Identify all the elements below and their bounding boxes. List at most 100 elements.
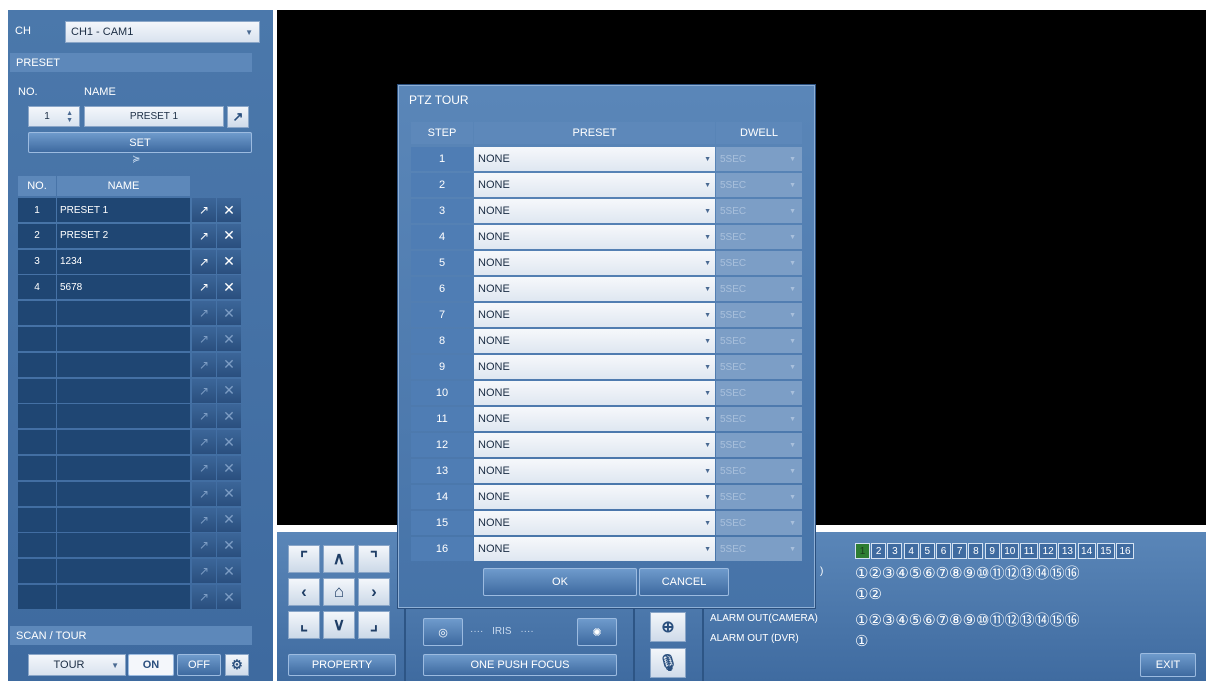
goto-preset-icon[interactable]: ↗	[192, 456, 216, 480]
pan-down-right-button[interactable]: ⌟	[358, 611, 390, 639]
preset-row[interactable]: ↗ ✕	[18, 585, 248, 610]
goto-preset-icon[interactable]: ↗	[192, 533, 216, 558]
preset-select[interactable]: NONE ▼	[474, 407, 715, 431]
delete-icon[interactable]: ✕	[217, 198, 241, 222]
channel-box[interactable]: 1	[855, 543, 870, 559]
preset-row[interactable]: 3 1234 ↗ ✕	[18, 249, 248, 275]
pan-left-button[interactable]: ‹	[288, 578, 320, 606]
pan-up-right-button[interactable]: ⌝	[358, 545, 390, 573]
preset-row[interactable]: ↗ ✕	[18, 507, 248, 533]
home-icon[interactable]: ⌂	[323, 578, 355, 606]
preset-number-stepper[interactable]: 1 ▲ ▼	[28, 106, 80, 127]
goto-preset-icon[interactable]: ↗	[192, 559, 216, 584]
channel-box[interactable]: 10	[1000, 543, 1019, 559]
delete-icon[interactable]: ✕	[217, 507, 241, 532]
channel-box[interactable]: 15	[1096, 543, 1115, 559]
property-button[interactable]: PROPERTY	[288, 654, 396, 676]
scan-mode-select[interactable]: TOUR ▼	[28, 654, 126, 676]
preset-select[interactable]: NONE ▼	[474, 355, 715, 379]
goto-preset-icon[interactable]: ↗	[192, 352, 216, 377]
iris-slider[interactable]: ···· IRIS ····	[470, 626, 534, 637]
goto-preset-icon[interactable]: ↗	[192, 275, 216, 300]
pan-down-button[interactable]: ∨	[323, 611, 355, 639]
goto-preset-icon[interactable]: ↗	[192, 198, 216, 222]
cancel-button[interactable]: CANCEL	[639, 568, 729, 596]
pan-up-left-button[interactable]: ⌜	[288, 545, 320, 573]
goto-preset-icon[interactable]: ↗	[192, 404, 216, 429]
goto-preset-icon[interactable]: ↗	[192, 327, 216, 351]
channel-box[interactable]: 2	[871, 543, 887, 559]
one-push-focus-button[interactable]: ONE PUSH FOCUS	[423, 654, 617, 676]
channel-box[interactable]: 9	[984, 543, 1000, 559]
preset-row[interactable]: ↗ ✕	[18, 301, 248, 326]
iris-close-icon[interactable]: ◎	[423, 618, 463, 646]
preset-select[interactable]: NONE ▼	[474, 381, 715, 405]
iris-open-icon[interactable]: ✺	[577, 618, 617, 646]
expand-chevron-icon[interactable]: ≽	[132, 154, 140, 165]
delete-icon[interactable]: ✕	[217, 430, 241, 455]
channel-box[interactable]: 4	[903, 543, 919, 559]
set-button[interactable]: SET	[28, 132, 252, 153]
channel-box[interactable]: 16	[1116, 543, 1134, 559]
ok-button[interactable]: OK	[483, 568, 637, 596]
preset-row[interactable]: ↗ ✕	[18, 404, 248, 429]
delete-icon[interactable]: ✕	[217, 352, 241, 377]
on-button[interactable]: ON	[128, 654, 174, 676]
goto-preset-icon[interactable]: ↗	[192, 378, 216, 403]
preset-name-field[interactable]: PRESET 1	[84, 106, 224, 127]
channel-box[interactable]: 12	[1039, 543, 1058, 559]
goto-preset-icon[interactable]: ↗	[192, 301, 216, 326]
exit-button[interactable]: EXIT	[1140, 653, 1196, 677]
channel-box[interactable]: 5	[919, 543, 935, 559]
pan-right-button[interactable]: ›	[358, 578, 390, 606]
preset-row[interactable]: ↗ ✕	[18, 430, 248, 455]
preset-select[interactable]: NONE ▼	[474, 459, 715, 483]
delete-icon[interactable]: ✕	[217, 585, 241, 609]
preset-row[interactable]: ↗ ✕	[18, 481, 248, 507]
preset-row[interactable]: ↗ ✕	[18, 559, 248, 584]
preset-row[interactable]: ↗ ✕	[18, 378, 248, 404]
preset-select[interactable]: NONE ▼	[474, 147, 715, 171]
delete-icon[interactable]: ✕	[217, 223, 241, 248]
goto-preset-icon[interactable]: ↗	[192, 481, 216, 506]
goto-preset-icon[interactable]: ↗	[192, 223, 216, 248]
delete-icon[interactable]: ✕	[217, 378, 241, 403]
preset-row[interactable]: 2 PRESET 2 ↗ ✕	[18, 223, 248, 249]
channel-box[interactable]: 14	[1077, 543, 1096, 559]
pan-up-button[interactable]: ∧	[323, 545, 355, 573]
channel-box[interactable]: 11	[1020, 543, 1038, 559]
delete-icon[interactable]: ✕	[217, 533, 241, 558]
delete-icon[interactable]: ✕	[217, 327, 241, 351]
off-button[interactable]: OFF	[177, 654, 221, 676]
goto-preset-icon[interactable]: ↗	[192, 430, 216, 455]
channel-select[interactable]: CH1 - CAM1 ▼	[65, 21, 260, 43]
zoom-in-icon[interactable]: ⊕	[650, 612, 686, 642]
preset-row[interactable]: ↗ ✕	[18, 456, 248, 481]
preset-row[interactable]: 4 5678 ↗ ✕	[18, 275, 248, 300]
preset-select[interactable]: NONE ▼	[474, 303, 715, 327]
channel-box[interactable]: 13	[1058, 543, 1077, 559]
preset-select[interactable]: NONE ▼	[474, 225, 715, 249]
channel-box[interactable]: 6	[936, 543, 951, 559]
preset-select[interactable]: NONE ▼	[474, 199, 715, 223]
preset-select[interactable]: NONE ▼	[474, 485, 715, 509]
preset-select[interactable]: NONE ▼	[474, 277, 715, 301]
preset-row[interactable]: ↗ ✕	[18, 327, 248, 352]
channel-box[interactable]: 8	[968, 543, 984, 559]
microphone-icon[interactable]: 🎙	[650, 648, 686, 678]
delete-icon[interactable]: ✕	[217, 559, 241, 584]
delete-icon[interactable]: ✕	[217, 301, 241, 326]
delete-icon[interactable]: ✕	[217, 275, 241, 300]
preset-select[interactable]: NONE ▼	[474, 329, 715, 353]
delete-icon[interactable]: ✕	[217, 456, 241, 480]
gear-icon[interactable]: ⚙	[225, 654, 249, 676]
preset-select[interactable]: NONE ▼	[474, 251, 715, 275]
preset-select[interactable]: NONE ▼	[474, 537, 715, 561]
preset-select[interactable]: NONE ▼	[474, 511, 715, 535]
pan-down-left-button[interactable]: ⌞	[288, 611, 320, 639]
preset-row[interactable]: ↗ ✕	[18, 352, 248, 378]
delete-icon[interactable]: ✕	[217, 481, 241, 506]
delete-icon[interactable]: ✕	[217, 404, 241, 429]
channel-box[interactable]: 3	[887, 543, 903, 559]
channel-box[interactable]: 7	[952, 543, 968, 559]
